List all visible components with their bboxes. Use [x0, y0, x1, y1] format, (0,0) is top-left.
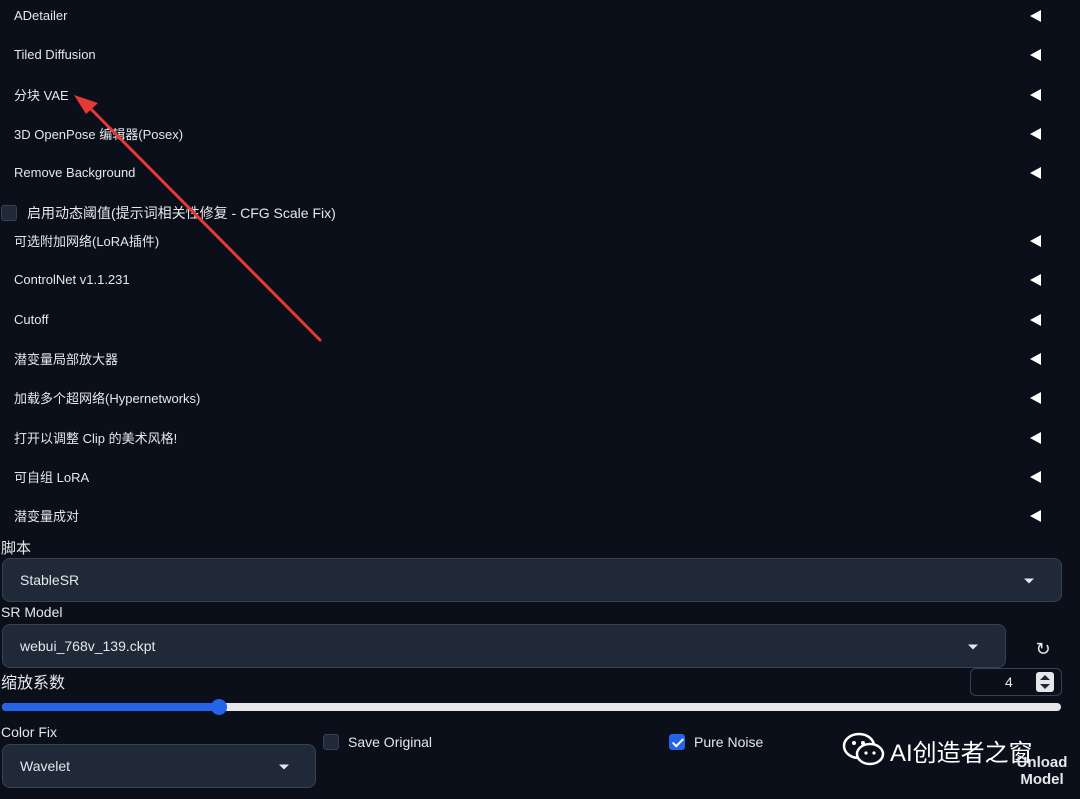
- accordion-tiled-vae[interactable]: 分块 VAE: [0, 75, 1080, 114]
- collapse-triangle-icon[interactable]: [1030, 234, 1041, 247]
- collapse-triangle-icon[interactable]: [1030, 509, 1041, 522]
- script-value: StableSR: [20, 572, 80, 588]
- slider-thumb[interactable]: [211, 699, 227, 715]
- unload-model-button[interactable]: Unload Model: [1012, 754, 1072, 788]
- accordion-additional-networks[interactable]: 可选附加网络(LoRA插件): [0, 221, 1080, 260]
- accordion-posex[interactable]: 3D OpenPose 编辑器(Posex): [0, 114, 1080, 153]
- accordion-label: Cutoff: [14, 312, 49, 327]
- unload-line-2: Model: [1020, 771, 1064, 788]
- accordion-hypernetworks[interactable]: 加载多个超网络(Hypernetworks): [0, 378, 1080, 417]
- pure-noise-checkbox[interactable]: [669, 734, 685, 750]
- chevron-down-icon[interactable]: [1024, 578, 1034, 584]
- scale-label: 缩放系数: [1, 675, 66, 692]
- scale-number-input[interactable]: 4: [970, 668, 1062, 696]
- accordion-label: Tiled Diffusion: [14, 47, 96, 62]
- collapse-triangle-icon[interactable]: [1030, 352, 1041, 365]
- stepper-down-icon[interactable]: [1040, 684, 1050, 689]
- color-fix-value: Wavelet: [20, 758, 71, 774]
- scale-value: 4: [1005, 674, 1013, 690]
- accordion-label: 打开以调整 Clip 的美术风格!: [14, 431, 178, 446]
- collapse-triangle-icon[interactable]: [1030, 48, 1041, 61]
- accordion-cutoff[interactable]: Cutoff: [0, 300, 1080, 339]
- accordion-label: 潜变量局部放大器: [14, 352, 119, 367]
- script-label: 脚本: [1, 540, 32, 557]
- collapse-triangle-icon[interactable]: [1030, 273, 1041, 286]
- collapse-triangle-icon[interactable]: [1030, 9, 1041, 22]
- collapse-triangle-icon[interactable]: [1030, 127, 1041, 140]
- chevron-down-icon[interactable]: [279, 764, 289, 770]
- collapse-triangle-icon[interactable]: [1030, 470, 1041, 483]
- accordion-clip-style[interactable]: 打开以调整 Clip 的美术风格!: [0, 418, 1080, 457]
- stepper-up-icon[interactable]: [1040, 675, 1050, 680]
- collapse-triangle-icon[interactable]: [1030, 166, 1041, 179]
- cfg-scale-fix-label: 启用动态阈值(提示词相关性修复 - CFG Scale Fix): [27, 205, 336, 221]
- sr-model-label: SR Model: [1, 604, 63, 620]
- refresh-icon[interactable]: ↻: [1030, 636, 1056, 662]
- chevron-down-icon[interactable]: [968, 644, 978, 650]
- accordion-label: 分块 VAE: [14, 88, 69, 103]
- collapse-triangle-icon[interactable]: [1030, 431, 1041, 444]
- save-original-checkbox[interactable]: [323, 734, 339, 750]
- accordion-remove-background[interactable]: Remove Background: [0, 153, 1080, 192]
- collapse-triangle-icon[interactable]: [1030, 313, 1041, 326]
- accordion-label: 潜变量成对: [14, 509, 80, 524]
- script-dropdown[interactable]: StableSR: [2, 558, 1062, 602]
- sr-model-dropdown[interactable]: webui_768v_139.ckpt: [2, 624, 1006, 668]
- save-original-option[interactable]: Save Original: [323, 732, 432, 752]
- accordion-controlnet[interactable]: ControlNet v1.1.231: [0, 260, 1080, 299]
- cfg-scale-fix-checkbox[interactable]: [1, 205, 17, 221]
- pure-noise-option[interactable]: Pure Noise: [669, 732, 763, 752]
- sr-model-value: webui_768v_139.ckpt: [20, 638, 156, 654]
- save-original-label: Save Original: [348, 734, 433, 750]
- accordion-latent-upscaler[interactable]: 潜变量局部放大器: [0, 339, 1080, 378]
- wechat-icon: [842, 732, 885, 766]
- unload-line-1: Unload: [1016, 754, 1068, 771]
- slider-fill: [2, 703, 219, 711]
- accordion-label: 3D OpenPose 编辑器(Posex): [14, 127, 184, 142]
- scale-slider[interactable]: [2, 699, 1061, 715]
- accordion-label: 可自组 LoRA: [14, 470, 90, 485]
- color-fix-label: Color Fix: [1, 724, 58, 740]
- accordion-label: ADetailer: [14, 8, 68, 23]
- accordion-label: Remove Background: [14, 165, 136, 180]
- accordion-label: 加载多个超网络(Hypernetworks): [14, 391, 201, 406]
- accordion-adetailer[interactable]: ADetailer: [0, 0, 1080, 35]
- accordion-composable-lora[interactable]: 可自组 LoRA: [0, 457, 1080, 496]
- watermark: AI创造者之窗: [842, 730, 1033, 770]
- accordion-tiled-diffusion[interactable]: Tiled Diffusion: [0, 35, 1080, 74]
- pure-noise-label: Pure Noise: [694, 734, 764, 750]
- color-fix-dropdown[interactable]: Wavelet: [2, 744, 316, 788]
- accordion-latent-couple[interactable]: 潜变量成对: [0, 496, 1080, 535]
- accordion-label: 可选附加网络(LoRA插件): [14, 234, 160, 249]
- collapse-triangle-icon[interactable]: [1030, 391, 1041, 404]
- accordion-label: ControlNet v1.1.231: [14, 272, 130, 287]
- collapse-triangle-icon[interactable]: [1030, 88, 1041, 101]
- stepper-icon[interactable]: [1036, 672, 1054, 692]
